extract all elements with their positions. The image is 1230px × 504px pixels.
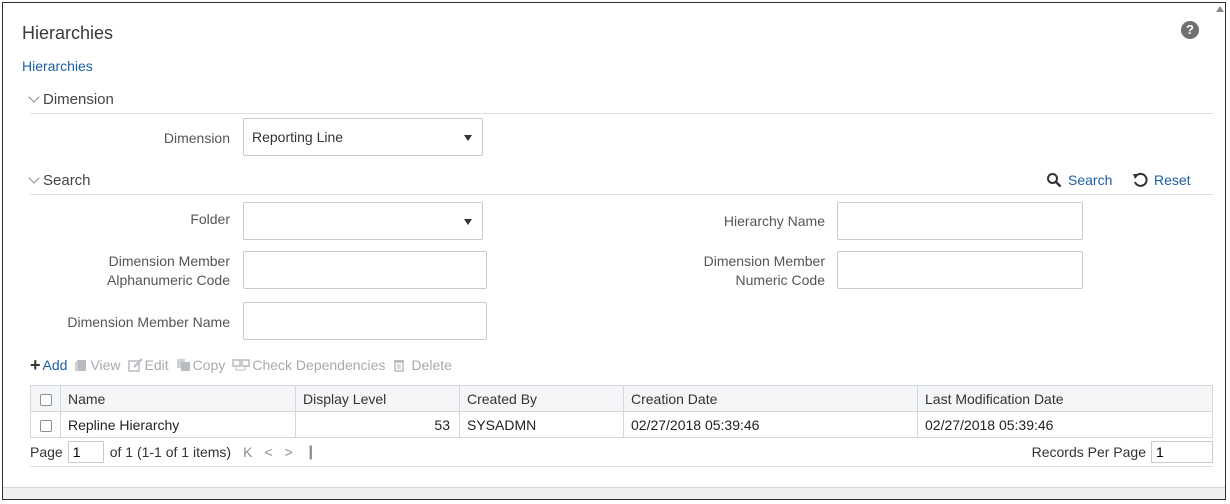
alphanumeric-code-label: Dimension Member Alphanumeric Code — [40, 252, 230, 290]
copy-icon — [176, 359, 190, 371]
table-header-row: Name Display Level Created By Creation D… — [30, 385, 1213, 412]
check-dependencies-button[interactable]: Check Dependencies — [232, 357, 385, 373]
search-section-title: Search — [43, 172, 91, 189]
edit-button-label: Edit — [144, 357, 169, 373]
page-info: of 1 (1-1 of 1 items) — [109, 443, 232, 460]
grid-toolbar: + Add View Edit Copy Check Dependencies … — [30, 355, 459, 375]
dimension-label: Dimension — [163, 130, 230, 146]
page-number-input[interactable] — [67, 440, 104, 463]
section-divider — [30, 194, 1213, 195]
view-button[interactable]: View — [74, 357, 121, 373]
edit-icon — [127, 358, 143, 372]
dimension-section-header[interactable]: Dimension — [28, 91, 114, 108]
select-all-cell[interactable] — [30, 385, 61, 412]
member-name-label: Dimension Member Name — [67, 314, 230, 330]
dimension-select-value: Reporting Line — [252, 129, 344, 145]
reset-button[interactable]: Reset — [1132, 172, 1191, 188]
table-row[interactable]: Repline Hierarchy 53 SYSADMN 02/27/2018 … — [30, 411, 1213, 438]
select-all-checkbox[interactable] — [39, 393, 52, 406]
numeric-code-label: Dimension Member Numeric Code — [640, 252, 825, 290]
last-page-icon[interactable]: ❙ — [305, 443, 317, 460]
scroll-up-arrow[interactable] — [1215, 3, 1225, 23]
row-select-cell[interactable] — [30, 411, 61, 438]
copy-button[interactable]: Copy — [176, 357, 226, 373]
edit-button[interactable]: Edit — [127, 357, 169, 373]
dimension-select[interactable]: Reporting Line — [243, 118, 483, 156]
cell-display-level: 53 — [295, 411, 460, 438]
section-divider — [30, 113, 1213, 114]
numeric-code-label-line2: Numeric Code — [735, 272, 825, 288]
copy-button-label: Copy — [192, 357, 226, 373]
column-header-last-modification-date[interactable]: Last Modification Date — [917, 385, 1213, 412]
alphanumeric-code-input[interactable] — [243, 251, 487, 289]
view-button-label: View — [90, 357, 121, 373]
dropdown-caret-icon — [464, 219, 472, 225]
folder-label: Folder — [190, 211, 230, 227]
delete-button-label: Delete — [411, 357, 452, 373]
reset-button-label: Reset — [1154, 172, 1191, 188]
prev-page-icon[interactable]: < — [264, 444, 272, 460]
magnifier-icon — [1047, 173, 1062, 188]
chevron-down-icon — [28, 91, 40, 103]
add-button[interactable]: + Add — [30, 355, 68, 375]
delete-button[interactable]: Delete — [392, 357, 452, 373]
pagination-bar: Page of 1 (1-1 of 1 items) K < > ❙ Recor… — [30, 437, 1213, 467]
dimension-section-title: Dimension — [43, 91, 114, 108]
cell-creation-date: 02/27/2018 05:39:46 — [623, 411, 918, 438]
search-section-header[interactable]: Search — [28, 172, 91, 189]
plus-icon: + — [30, 355, 41, 375]
alphanumeric-code-label-line1: Dimension Member — [108, 253, 230, 269]
column-header-creation-date[interactable]: Creation Date — [623, 385, 918, 412]
breadcrumb[interactable]: Hierarchies — [22, 58, 93, 74]
alphanumeric-code-label-line2: Alphanumeric Code — [107, 272, 230, 288]
add-button-label: Add — [42, 357, 68, 373]
search-button-label: Search — [1068, 172, 1113, 188]
dropdown-caret-icon — [464, 135, 472, 141]
column-header-created-by[interactable]: Created By — [459, 385, 624, 412]
folder-select[interactable] — [243, 202, 483, 240]
records-per-page-input[interactable] — [1151, 440, 1213, 463]
hierarchies-table: Name Display Level Created By Creation D… — [30, 385, 1213, 438]
column-header-name[interactable]: Name — [60, 385, 296, 412]
search-button[interactable]: Search — [1046, 172, 1112, 188]
page-label: Page — [30, 443, 63, 460]
page-title: Hierarchies — [22, 23, 114, 43]
view-icon — [75, 360, 87, 371]
member-name-input[interactable] — [243, 302, 487, 340]
cell-last-modification-date: 02/27/2018 05:39:46 — [917, 411, 1213, 438]
numeric-code-input[interactable] — [837, 251, 1083, 289]
numeric-code-label-line1: Dimension Member — [703, 253, 825, 269]
cell-created-by: SYSADMN — [459, 411, 624, 438]
records-per-page-label: Records Per Page — [1031, 443, 1146, 460]
help-icon[interactable]: ? — [1181, 21, 1199, 39]
footer-strip — [3, 487, 1225, 499]
hierarchy-name-input[interactable] — [837, 202, 1083, 240]
next-page-icon[interactable]: > — [285, 444, 293, 460]
row-checkbox[interactable] — [39, 419, 52, 432]
dependencies-icon — [232, 359, 251, 371]
check-dependencies-button-label: Check Dependencies — [252, 357, 386, 373]
records-per-page: Records Per Page — [1031, 440, 1213, 463]
chevron-down-icon — [28, 172, 40, 184]
column-header-display-level[interactable]: Display Level — [295, 385, 460, 412]
cell-name: Repline Hierarchy — [60, 411, 296, 438]
hierarchy-name-label: Hierarchy Name — [723, 213, 825, 229]
trash-icon — [394, 360, 405, 372]
reset-icon — [1133, 172, 1148, 187]
first-page-icon[interactable]: K — [243, 444, 252, 460]
